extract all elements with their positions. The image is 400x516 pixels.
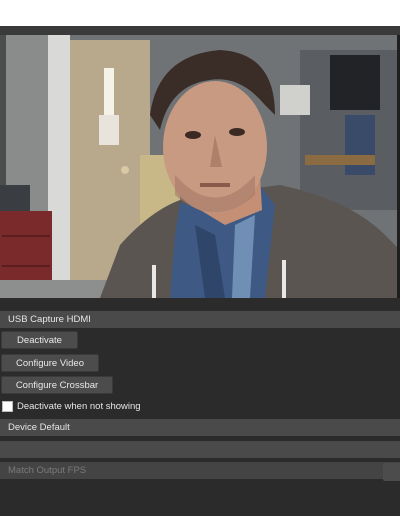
title-band — [0, 26, 400, 35]
configure-video-button[interactable]: Configure Video — [1, 354, 99, 372]
host-window-strip — [0, 0, 400, 27]
webcam-image — [0, 35, 400, 298]
deactivate-when-not-showing-checkbox[interactable] — [2, 400, 13, 412]
deactivate-button[interactable]: Deactivate — [1, 331, 78, 349]
fps-select[interactable]: Match Output FPS — [0, 462, 400, 479]
source-name-field[interactable]: USB Capture HDMI — [0, 311, 400, 328]
configure-crossbar-button[interactable]: Configure Crossbar — [1, 376, 113, 394]
video-preview — [0, 35, 400, 298]
deactivate-when-not-showing-label: Deactivate when not showing — [17, 400, 141, 412]
blank-select[interactable] — [0, 441, 400, 458]
deactivate-when-not-showing-row[interactable]: Deactivate when not showing — [2, 399, 141, 413]
audio-device-select[interactable]: Device Default — [0, 419, 400, 436]
dialog-button[interactable] — [383, 463, 400, 481]
